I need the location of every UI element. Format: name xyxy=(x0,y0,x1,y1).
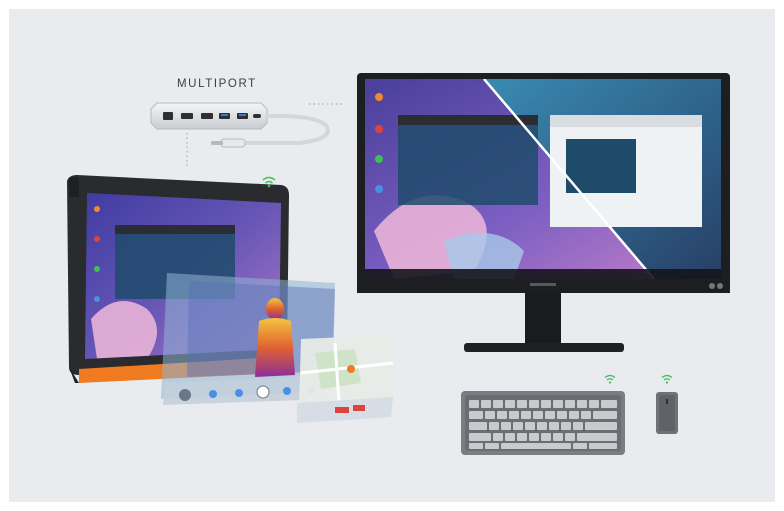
desktop-monitor xyxy=(357,73,730,352)
wifi-icon xyxy=(262,176,276,188)
floating-map-window xyxy=(297,335,395,423)
wireless-mouse xyxy=(656,392,678,434)
multiport-hub xyxy=(150,102,330,148)
wifi-icon xyxy=(661,374,673,384)
wifi-icon xyxy=(604,374,616,384)
wireless-keyboard xyxy=(461,391,625,455)
illustration-canvas: MULTIPORT xyxy=(9,9,775,502)
